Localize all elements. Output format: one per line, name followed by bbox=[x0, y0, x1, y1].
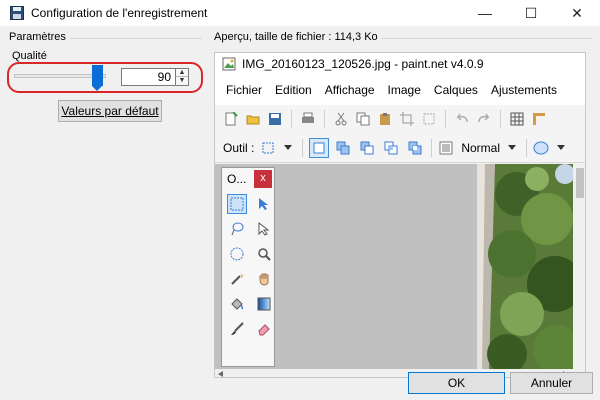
quality-slider-thumb[interactable] bbox=[92, 65, 104, 91]
menu-item-image[interactable]: Image bbox=[388, 83, 421, 97]
blend-mode-value[interactable]: Normal bbox=[461, 141, 500, 155]
tool-label: Outil : bbox=[223, 140, 255, 155]
toolbar-separator bbox=[445, 110, 446, 128]
quality-spinner[interactable]: ▲ ▼ bbox=[176, 68, 189, 86]
preview-divider bbox=[382, 38, 592, 39]
chevron-down-icon[interactable] bbox=[553, 140, 569, 156]
default-values-label: Valeurs par défaut bbox=[61, 104, 159, 118]
gradient-tool-icon[interactable] bbox=[254, 294, 274, 314]
paste-icon[interactable] bbox=[377, 111, 393, 127]
grid-icon[interactable] bbox=[509, 111, 525, 127]
maximize-button[interactable]: ☐ bbox=[508, 0, 554, 26]
menu-item-file[interactable]: Fichier bbox=[226, 83, 262, 97]
tools-panel-close-button[interactable]: x bbox=[254, 170, 272, 188]
maximize-icon: ☐ bbox=[524, 4, 538, 21]
paintnet-main-toolbar bbox=[215, 105, 585, 133]
ellipse-select-tool-icon[interactable] bbox=[227, 244, 247, 264]
copy-icon[interactable] bbox=[355, 111, 371, 127]
minimize-button[interactable]: — bbox=[462, 0, 508, 26]
chevron-down-icon[interactable] bbox=[504, 140, 520, 156]
spin-up-icon[interactable]: ▲ bbox=[176, 69, 188, 77]
minimize-icon: — bbox=[478, 5, 492, 21]
rectangle-select-tool-icon[interactable] bbox=[227, 194, 247, 214]
toolbar-separator bbox=[324, 110, 325, 128]
tools-panel: O... x bbox=[221, 167, 275, 367]
chevron-down-icon[interactable] bbox=[280, 140, 296, 156]
move-selection-tool-icon[interactable] bbox=[254, 194, 274, 214]
preview-window: IMG_20160123_120526.jpg - paint.net v4.0… bbox=[214, 52, 586, 378]
scroll-left-icon[interactable] bbox=[218, 371, 224, 377]
antialiasing-icon[interactable] bbox=[533, 140, 549, 156]
blend-mode-icon[interactable] bbox=[438, 140, 454, 156]
new-image-icon[interactable] bbox=[223, 111, 239, 127]
toolbar-separator bbox=[431, 138, 433, 157]
toolbar-separator bbox=[302, 138, 304, 157]
vertical-scrollbar[interactable] bbox=[573, 164, 585, 369]
save-icon[interactable] bbox=[267, 111, 283, 127]
selection-mode-xor[interactable] bbox=[405, 138, 425, 158]
eraser-tool-icon[interactable] bbox=[254, 319, 274, 339]
floppy-disk-icon bbox=[10, 6, 24, 20]
toolbar-separator bbox=[526, 138, 528, 157]
preview-group-title: Aperçu, taille de fichier : 114,3 Ko bbox=[214, 31, 381, 43]
lasso-select-tool-icon[interactable] bbox=[227, 219, 247, 239]
image-canvas[interactable]: O... x bbox=[215, 164, 573, 369]
ruler-icon[interactable] bbox=[531, 111, 547, 127]
cancel-button[interactable]: Annuler bbox=[510, 372, 593, 394]
close-button[interactable]: ✕ bbox=[554, 0, 600, 26]
magic-wand-tool-icon[interactable] bbox=[227, 269, 247, 289]
tools-panel-title: O... bbox=[227, 172, 247, 186]
selection-mode-intersect[interactable] bbox=[381, 138, 401, 158]
paintnet-tool-toolbar: Outil : Normal bbox=[215, 133, 585, 163]
selection-mode-union[interactable] bbox=[333, 138, 353, 158]
preview-window-title: IMG_20160123_120526.jpg - paint.net v4.0… bbox=[242, 57, 484, 71]
toolbar-separator bbox=[291, 110, 292, 128]
selection-mode-replace[interactable] bbox=[309, 137, 330, 158]
quality-label: Qualité bbox=[12, 50, 47, 62]
redo-icon[interactable] bbox=[476, 111, 492, 127]
spin-down-icon[interactable]: ▼ bbox=[176, 77, 188, 85]
zoom-tool-icon[interactable] bbox=[254, 244, 274, 264]
move-selected-tool-icon[interactable] bbox=[254, 219, 274, 239]
image-file-icon bbox=[222, 57, 236, 71]
menu-item-adjustments[interactable]: Ajustements bbox=[491, 83, 557, 97]
crop-icon[interactable] bbox=[399, 111, 415, 127]
title-bar: Configuration de l'enregistrement — ☐ ✕ bbox=[0, 0, 600, 26]
dialog-body: Paramètres Qualité 90 ▲ ▼ Valeurs par dé… bbox=[0, 26, 600, 400]
parameters-group-title: Paramètres bbox=[9, 31, 69, 43]
vertical-scroll-thumb[interactable] bbox=[576, 168, 584, 198]
photo-preview bbox=[477, 164, 573, 369]
selection-mode-exclude[interactable] bbox=[357, 138, 377, 158]
deselect-icon[interactable] bbox=[421, 111, 437, 127]
ok-button[interactable]: OK bbox=[408, 372, 505, 394]
open-icon[interactable] bbox=[245, 111, 261, 127]
paintnet-menu-bar: Fichier Edition Affichage Image Calques … bbox=[215, 75, 585, 105]
rectangle-select-icon[interactable] bbox=[260, 140, 276, 156]
toolbar-separator bbox=[500, 110, 501, 128]
close-icon: ✕ bbox=[571, 4, 583, 21]
menu-item-layers[interactable]: Calques bbox=[434, 83, 478, 97]
cut-icon[interactable] bbox=[333, 111, 349, 127]
tools-panel-header: O... x bbox=[222, 168, 274, 190]
menu-item-view[interactable]: Affichage bbox=[325, 83, 375, 97]
paint-bucket-tool-icon[interactable] bbox=[227, 294, 247, 314]
menu-item-edit[interactable]: Edition bbox=[275, 83, 312, 97]
preview-title-bar: IMG_20160123_120526.jpg - paint.net v4.0… bbox=[215, 53, 585, 75]
default-values-button[interactable]: Valeurs par défaut bbox=[58, 100, 162, 122]
paintbrush-tool-icon[interactable] bbox=[227, 319, 247, 339]
quality-input[interactable]: 90 bbox=[121, 68, 176, 86]
pan-tool-icon[interactable] bbox=[254, 269, 274, 289]
parameters-divider bbox=[70, 38, 202, 39]
window-title: Configuration de l'enregistrement bbox=[31, 6, 208, 20]
print-icon[interactable] bbox=[300, 111, 316, 127]
undo-icon[interactable] bbox=[454, 111, 470, 127]
